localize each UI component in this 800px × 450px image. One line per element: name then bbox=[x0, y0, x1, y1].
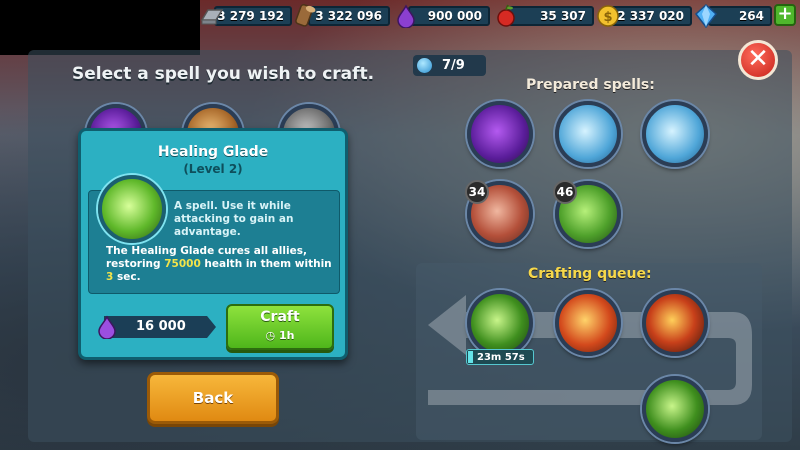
wood-log-icon bbox=[295, 4, 316, 27]
prepared-spells-title: Prepared spells: bbox=[526, 77, 655, 93]
spell-count-badge: 34 bbox=[465, 180, 489, 204]
healing-glade-spell-icon bbox=[98, 175, 166, 243]
buy-gems-plus-button[interactable]: + bbox=[774, 4, 796, 26]
slots-count: 7/9 bbox=[442, 58, 465, 73]
slot-orb-icon bbox=[417, 58, 432, 73]
craft-duration: ◷ 1h bbox=[226, 329, 334, 342]
queue-spell-fire-hands[interactable] bbox=[642, 290, 708, 356]
apple-icon bbox=[497, 4, 515, 27]
mana-drop-icon bbox=[98, 315, 116, 339]
queue-spell-healing-glade[interactable] bbox=[642, 376, 708, 442]
gold-coin-icon: $ bbox=[597, 5, 619, 27]
spell-name: Healing Glade bbox=[157, 144, 269, 160]
blank-overlay bbox=[0, 0, 200, 55]
craft-progress-fill bbox=[468, 351, 473, 363]
heal-amount: 75000 bbox=[164, 258, 201, 270]
desc-text: sec. bbox=[113, 271, 141, 283]
resource-value: 3 279 192 bbox=[214, 6, 292, 26]
queue-spell-fire-warrior[interactable] bbox=[555, 290, 621, 356]
prepared-spell-purple-meteor[interactable] bbox=[467, 101, 533, 167]
diamond-icon bbox=[694, 4, 718, 28]
resource-gold: 2 337 020 $ bbox=[596, 4, 692, 28]
craft-duration-value: 1h bbox=[278, 329, 295, 342]
spell-count-badge: 46 bbox=[553, 180, 577, 204]
resource-value: 900 000 bbox=[408, 6, 490, 26]
resource-wood: 3 322 096 bbox=[294, 4, 390, 28]
prepared-spell-ice[interactable] bbox=[555, 101, 621, 167]
resource-value: 35 307 bbox=[508, 6, 594, 26]
resource-iron: 3 279 192 bbox=[200, 4, 292, 28]
resource-food: 35 307 bbox=[494, 4, 594, 28]
craft-button-label: Craft bbox=[260, 309, 300, 325]
resource-gems: 264 bbox=[694, 4, 772, 28]
spell-short-description: A spell. Use it while attacking to gain … bbox=[174, 200, 294, 238]
craft-timer: 23m 57s bbox=[466, 349, 534, 365]
queue-spell-healing-glade[interactable] bbox=[467, 290, 533, 356]
mana-drop-icon bbox=[397, 4, 415, 28]
prepared-spell-ice[interactable] bbox=[642, 101, 708, 167]
resource-value: 2 337 020 bbox=[610, 6, 692, 26]
resource-value: 3 322 096 bbox=[308, 6, 390, 26]
desc-text: health in them within bbox=[200, 258, 332, 270]
spell-level: (Level 2) bbox=[183, 162, 243, 176]
spell-long-description: The Healing Glade cures all allies, rest… bbox=[106, 245, 336, 284]
svg-text:$: $ bbox=[603, 10, 612, 25]
iron-ingot-icon bbox=[200, 9, 224, 25]
craft-cost: 16 000 bbox=[104, 316, 216, 338]
crafting-queue-title: Crafting queue: bbox=[528, 266, 652, 282]
close-button[interactable]: ✕ bbox=[738, 40, 778, 80]
page-title: Select a spell you wish to craft. bbox=[72, 64, 375, 84]
back-button[interactable]: Back bbox=[147, 372, 279, 424]
clock-icon: ◷ bbox=[265, 329, 279, 342]
resource-mana: 900 000 bbox=[394, 4, 490, 28]
